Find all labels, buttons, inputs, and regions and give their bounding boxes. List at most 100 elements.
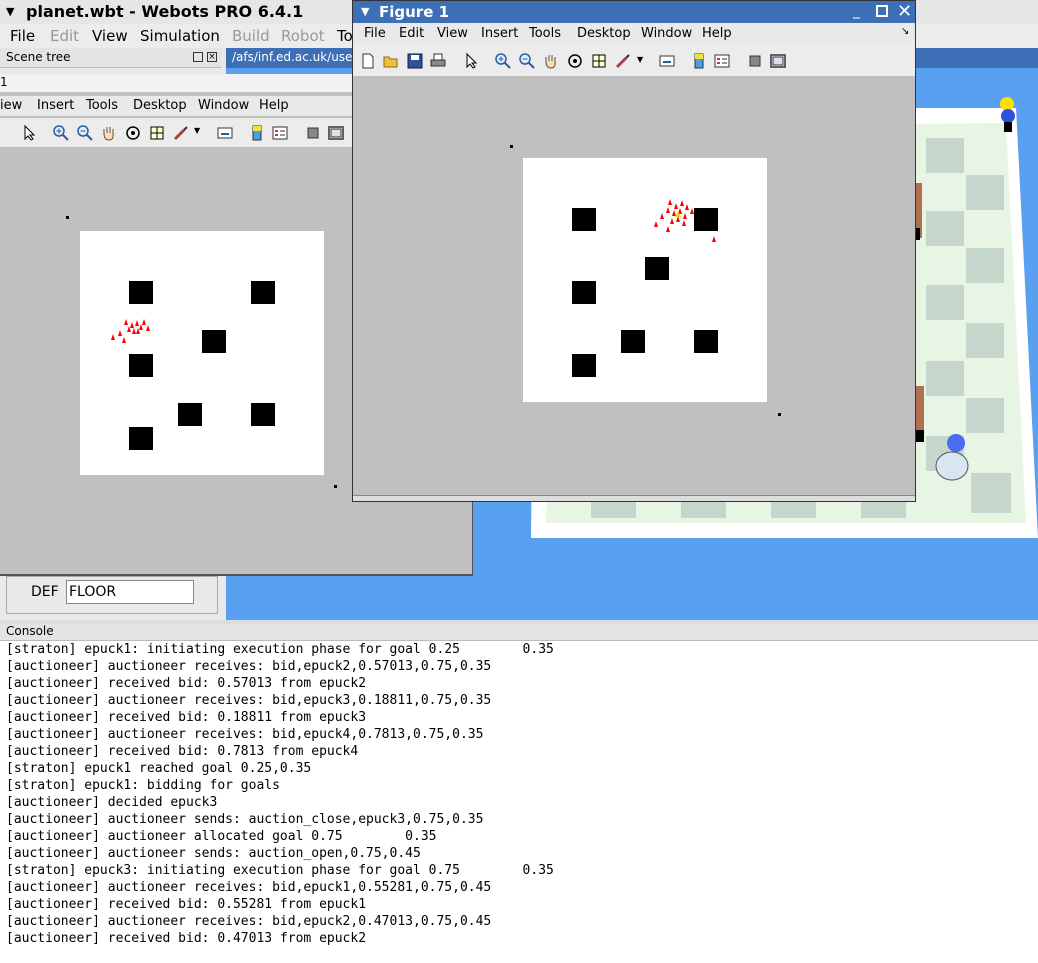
menu-robot[interactable]: Robot: [281, 27, 325, 45]
dock-arrow-icon[interactable]: ↘: [901, 26, 909, 37]
main-window-title: planet.wbt - Webots PRO 6.4.1: [26, 2, 304, 21]
rotate-3d-icon[interactable]: [124, 124, 142, 142]
back-figure-axes[interactable]: [80, 231, 324, 475]
rotate-3d-icon[interactable]: [566, 52, 584, 70]
console-line: [straton] epuck1: initiating execution p…: [6, 642, 554, 657]
zoom-out-icon[interactable]: [76, 124, 94, 142]
hide-plot-tools-icon[interactable]: [304, 124, 322, 142]
menu-edit[interactable]: Edit: [399, 26, 424, 41]
axis-dot: [334, 485, 337, 488]
back-figure-title: 1: [0, 75, 8, 89]
obstacle: [202, 330, 226, 353]
obstacle: [251, 281, 275, 304]
figure1-bottom-border: [353, 495, 915, 501]
menu-edit[interactable]: Edit: [50, 27, 79, 45]
menu-help[interactable]: Help: [259, 98, 289, 113]
console-line: [auctioneer] auctioneer receives: bid,ep…: [6, 727, 484, 742]
menu-simulation[interactable]: Simulation: [140, 27, 220, 45]
minimize-icon[interactable]: _: [853, 3, 860, 19]
console-line: [auctioneer] decided epuck3: [6, 795, 218, 810]
figure1-menubar: File Edit View Insert Tools Desktop Wind…: [353, 23, 915, 45]
data-cursor-icon[interactable]: [590, 52, 608, 70]
def-input[interactable]: FLOOR: [66, 580, 194, 604]
figure1-window: ▼ Figure 1 _ ✕ File Edit View Insert Too…: [352, 0, 916, 502]
console-line: [auctioneer] received bid: 0.18811 from …: [6, 710, 367, 725]
save-icon[interactable]: [406, 52, 424, 70]
dock-float-icon[interactable]: [193, 52, 203, 62]
brush-dropdown-icon[interactable]: ▼: [194, 126, 200, 135]
colorbar-icon[interactable]: [248, 124, 266, 142]
zoom-in-icon[interactable]: [52, 124, 70, 142]
maximize-icon[interactable]: [876, 5, 888, 17]
show-plot-tools-icon[interactable]: [327, 124, 345, 142]
console-line: [auctioneer] auctioneer sends: auction_c…: [6, 812, 484, 827]
close-icon[interactable]: ✕: [897, 1, 912, 22]
robot-swarm: [654, 199, 716, 242]
menu-view[interactable]: View: [437, 26, 468, 41]
console-line: [auctioneer] auctioneer receives: bid,ep…: [6, 914, 492, 929]
zoom-in-icon[interactable]: [494, 52, 512, 70]
path-text: /afs/inf.ed.ac.uk/user/: [232, 50, 362, 64]
robot-swarm: [111, 319, 150, 343]
axis-dot: [778, 413, 781, 416]
console-output[interactable]: [straton] epuck1: initiating execution p…: [0, 641, 1038, 963]
menu-tools[interactable]: Tools: [529, 26, 561, 41]
obstacle: [572, 208, 596, 231]
window-menu-icon[interactable]: ▼: [361, 5, 369, 18]
pointer-icon[interactable]: [20, 124, 38, 142]
legend-icon[interactable]: [271, 124, 289, 142]
menu-view[interactable]: iew: [0, 98, 22, 113]
brush-icon[interactable]: [614, 52, 632, 70]
console-label: Console: [6, 624, 54, 638]
console-line: [auctioneer] auctioneer receives: bid,ep…: [6, 880, 492, 895]
data-cursor-icon[interactable]: [148, 124, 166, 142]
figure1-axes[interactable]: [523, 158, 767, 402]
menu-window[interactable]: Window: [198, 98, 249, 113]
console-line: [straton] epuck1: bidding for goals: [6, 778, 280, 793]
menu-desktop[interactable]: Desktop: [133, 98, 187, 113]
brush-dropdown-icon[interactable]: ▼: [637, 55, 643, 64]
menu-insert[interactable]: Insert: [37, 98, 74, 113]
menu-help[interactable]: Help: [702, 26, 732, 41]
axis-dot: [66, 216, 69, 219]
pan-hand-icon[interactable]: [542, 52, 560, 70]
menu-tools[interactable]: To: [337, 27, 353, 45]
show-plot-tools-icon[interactable]: [769, 52, 787, 70]
brush-icon[interactable]: [172, 124, 190, 142]
zoom-out-icon[interactable]: [518, 52, 536, 70]
obstacle: [129, 281, 153, 304]
menu-file[interactable]: File: [10, 27, 35, 45]
dock-close-icon[interactable]: ×: [207, 52, 217, 62]
link-plot-icon[interactable]: [216, 124, 234, 142]
def-panel: DEF FLOOR: [0, 574, 226, 620]
open-folder-icon[interactable]: [382, 52, 400, 70]
menu-view[interactable]: View: [92, 27, 128, 45]
link-plot-icon[interactable]: [658, 52, 676, 70]
console-line: [auctioneer] received bid: 0.57013 from …: [6, 676, 367, 691]
menu-tools[interactable]: Tools: [86, 98, 118, 113]
print-icon[interactable]: [429, 52, 447, 70]
obstacle: [251, 403, 275, 426]
new-figure-icon[interactable]: [359, 52, 377, 70]
window-menu-icon[interactable]: ▼: [6, 5, 14, 18]
menu-build[interactable]: Build: [232, 27, 270, 45]
figure1-toolbar: ▼: [353, 45, 915, 77]
obstacle: [645, 257, 669, 280]
obstacle: [129, 427, 153, 450]
colorbar-icon[interactable]: [690, 52, 708, 70]
pointer-icon[interactable]: [462, 52, 480, 70]
console-header: Console: [0, 624, 1038, 641]
menu-insert[interactable]: Insert: [481, 26, 518, 41]
obstacle: [178, 403, 202, 426]
hide-plot-tools-icon[interactable]: [746, 52, 764, 70]
obstacle: [572, 354, 596, 377]
menu-file[interactable]: File: [364, 26, 386, 41]
obstacle: [621, 330, 645, 353]
console-line: [auctioneer] auctioneer sends: auction_o…: [6, 846, 421, 861]
figure1-title: Figure 1: [379, 3, 450, 21]
figure1-titlebar[interactable]: ▼ Figure 1 _ ✕: [353, 1, 915, 23]
pan-hand-icon[interactable]: [100, 124, 118, 142]
menu-window[interactable]: Window: [641, 26, 692, 41]
legend-icon[interactable]: [713, 52, 731, 70]
menu-desktop[interactable]: Desktop: [577, 26, 631, 41]
